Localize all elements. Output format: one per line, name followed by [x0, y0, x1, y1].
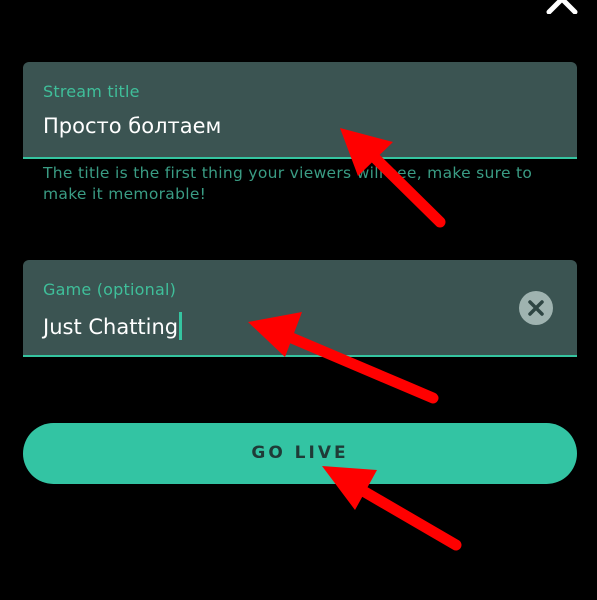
close-icon	[546, 0, 578, 15]
game-field[interactable]: Game (optional) Just Chatting	[23, 260, 577, 357]
stream-title-label: Stream title	[43, 82, 140, 101]
game-clear-button[interactable]	[519, 291, 553, 325]
clear-circle-icon	[528, 300, 544, 316]
text-caret	[179, 312, 183, 340]
stream-title-field[interactable]: Stream title Просто болтаем	[23, 62, 577, 159]
game-input[interactable]: Just Chatting	[43, 312, 183, 340]
close-button[interactable]	[545, 0, 579, 15]
stream-title-helper-text: The title is the first thing your viewer…	[43, 164, 533, 203]
game-input-value: Just Chatting	[43, 315, 179, 339]
stream-title-input[interactable]: Просто болтаем	[43, 114, 221, 138]
game-label: Game (optional)	[43, 280, 177, 299]
stream-setup-screen: Stream title Просто болтаем The title is…	[0, 0, 597, 600]
go-live-button[interactable]: GO LIVE	[23, 423, 577, 484]
